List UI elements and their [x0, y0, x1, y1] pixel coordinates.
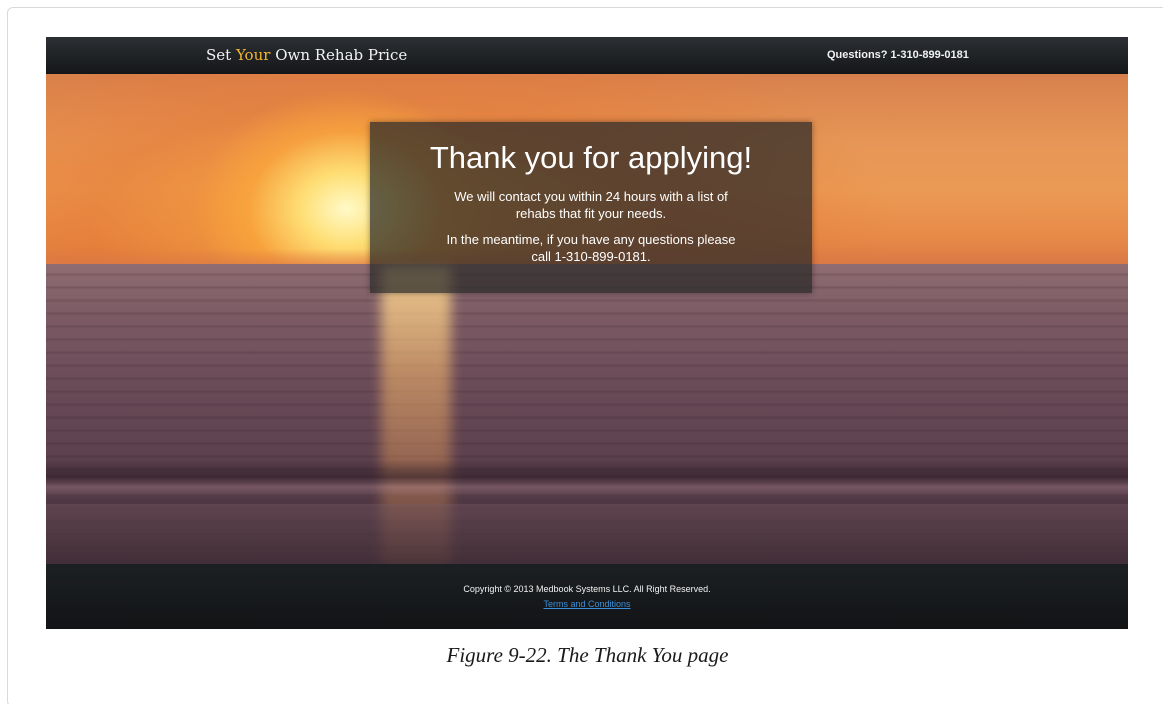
copyright-text: Copyright © 2013 Medbook Systems LLC. Al…: [463, 584, 711, 594]
shoreline: [46, 504, 1128, 564]
brand-accent: Your: [235, 46, 271, 64]
terms-link[interactable]: Terms and Conditions: [543, 599, 630, 609]
brand-suffix: Own Rehab Price: [270, 46, 408, 64]
contact-message: We will contact you within 24 hours with…: [454, 189, 728, 221]
page-screenshot: Set Your Own Rehab Price Questions? 1-31…: [46, 37, 1128, 629]
brand-prefix: Set: [206, 46, 236, 64]
top-navbar: Set Your Own Rehab Price Questions? 1-31…: [46, 37, 1128, 74]
page-footer: Copyright © 2013 Medbook Systems LLC. Al…: [46, 564, 1128, 629]
call-message: In the meantime, if you have any questio…: [446, 232, 736, 264]
figure-caption: Figure 9-22. The Thank You page: [446, 643, 729, 667]
site-brand[interactable]: Set Your Own Rehab Price: [206, 46, 407, 64]
header-phone: Questions? 1-310-899-0181: [827, 49, 969, 61]
thank-you-panel: Thank you for applying! We will contact …: [370, 122, 812, 293]
thank-you-heading: Thank you for applying!: [429, 140, 753, 175]
wave-band: [46, 459, 1128, 499]
